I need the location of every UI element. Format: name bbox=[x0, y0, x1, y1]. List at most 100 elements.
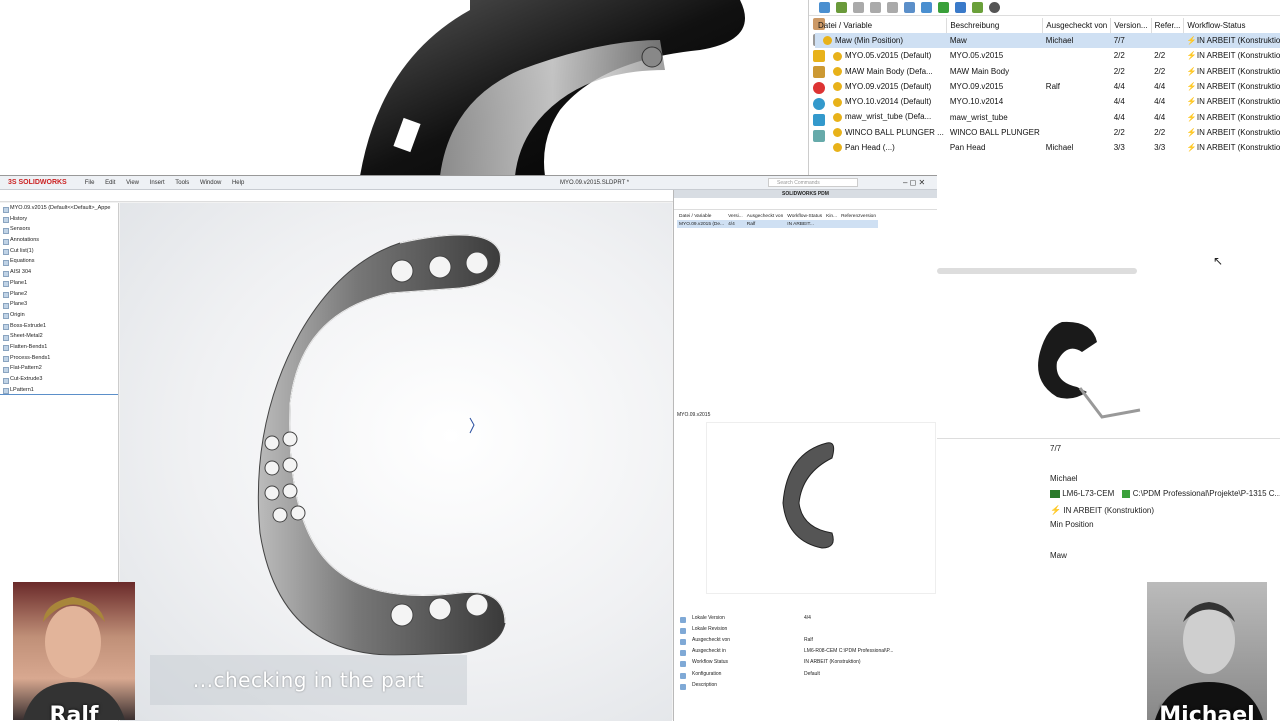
checked-out-cell bbox=[1043, 125, 1111, 140]
col-description[interactable]: Beschreibung bbox=[946, 18, 1044, 33]
property-value: IN ARBEIT (Konstruktion) bbox=[804, 659, 861, 666]
col-version[interactable]: Version... bbox=[1110, 18, 1152, 33]
workflow-icon: ⚡ bbox=[1186, 112, 1197, 122]
mini-col-file[interactable]: Datei / Variable bbox=[677, 212, 726, 220]
where-used-icon[interactable] bbox=[955, 2, 966, 13]
table-row[interactable]: MAW Main Body (Defa... MAW Main Body 2/2 2/… bbox=[815, 64, 1280, 79]
workflow-cell-text: IN ARBEIT (Konstruktion) bbox=[1196, 51, 1280, 61]
webcam-name-ralf: Ralf bbox=[49, 703, 99, 720]
checked-out-cell: Michael bbox=[1042, 33, 1111, 49]
tree-item[interactable]: Boss-Extrude1 bbox=[0, 321, 118, 332]
contains-icon[interactable] bbox=[972, 2, 983, 13]
tree-view-icon[interactable] bbox=[921, 2, 932, 13]
tree-item[interactable]: Cut-Extrude3 bbox=[0, 374, 118, 385]
mini-col-status[interactable]: Workflow-Status bbox=[785, 212, 824, 220]
table-row[interactable]: maw_wrist_tube (Defa... maw_wrist_tube 4/4… bbox=[815, 109, 1280, 124]
tree-item[interactable]: LPattern1 bbox=[0, 385, 118, 396]
description-cell-text: maw_wrist_tube bbox=[949, 112, 1008, 122]
get-version-icon[interactable] bbox=[870, 2, 881, 13]
menu-view[interactable]: View bbox=[126, 180, 139, 186]
property-key: Lokale Revision bbox=[674, 626, 804, 634]
menu-tools[interactable]: Tools bbox=[175, 180, 189, 186]
tree-root[interactable]: MYO.09.v2015 (Default<<Default>_Appe bbox=[0, 203, 118, 214]
property-key: Ausgecheckt von bbox=[674, 637, 804, 645]
part-icon bbox=[833, 97, 842, 107]
checkout-icon[interactable] bbox=[836, 2, 847, 13]
list-view-icon[interactable] bbox=[904, 2, 915, 13]
tree-item[interactable]: Process-Bends1 bbox=[0, 353, 118, 364]
horizontal-scrollbar[interactable] bbox=[937, 268, 1137, 274]
detail-version: 7/7 bbox=[1050, 444, 1062, 453]
property-key: Ausgecheckt in bbox=[674, 648, 804, 657]
table-row[interactable]: Pan Head (...) Pan Head Michael 3/3 3/3 ⚡IN A… bbox=[815, 140, 1280, 155]
table-row[interactable]: MYO.09.v2015 (Default) MYO.09.v2015 Ralf 4/… bbox=[815, 79, 1280, 94]
reference-cell-text: 4/4 bbox=[1154, 97, 1166, 107]
change-state-icon[interactable] bbox=[887, 2, 898, 13]
checked-out-cell: Michael bbox=[1043, 140, 1111, 155]
checkin-icon[interactable] bbox=[819, 2, 830, 13]
col-file[interactable]: Datei / Variable bbox=[815, 18, 948, 33]
pdm-mini-row[interactable]: MYO.09.v2015 (De... 4/4 Ralf IN ARBEIT..… bbox=[677, 220, 878, 228]
tree-item[interactable]: Sensors bbox=[0, 224, 118, 235]
tree-item[interactable]: Origin bbox=[0, 310, 118, 321]
col-workflow[interactable]: Workflow-Status bbox=[1183, 18, 1280, 33]
tree-item[interactable]: History bbox=[0, 214, 118, 225]
detail-config: Min Position bbox=[1050, 520, 1094, 529]
pdm-task-pane-header: SOLIDWORKS PDM bbox=[674, 190, 937, 198]
table-row[interactable]: MYO.05.v2015 (Default) MYO.05.v2015 2/2 2/2… bbox=[815, 48, 1280, 63]
window-controls[interactable]: – ◻ ✕ bbox=[903, 178, 925, 187]
menu-edit[interactable]: Edit bbox=[105, 180, 115, 186]
checked-out-cell bbox=[1043, 94, 1111, 109]
mini-col-ref[interactable]: Referenzversion bbox=[839, 212, 878, 220]
property-key: Workflow Status bbox=[674, 659, 804, 668]
assembly-render bbox=[0, 0, 808, 176]
menu-file[interactable]: File bbox=[85, 180, 95, 186]
file-cell-text: Pan Head (...) bbox=[845, 143, 895, 153]
search-icon[interactable] bbox=[989, 2, 1000, 13]
table-row[interactable]: Maw (Min Position) Maw Michael 7/7 ⚡IN ARBEI… bbox=[815, 33, 1280, 49]
mini-row-file: MYO.09.v2015 (De... bbox=[679, 221, 725, 227]
copy-tree-icon[interactable] bbox=[938, 2, 949, 13]
reference-cell: 4/4 bbox=[1151, 79, 1184, 94]
table-row[interactable]: MYO.10.v2014 (Default) MYO.10.v2014 4/4 4/4… bbox=[815, 94, 1280, 109]
tree-item[interactable]: Annotations bbox=[0, 235, 118, 246]
mini-col-version[interactable]: Versi... bbox=[726, 212, 745, 220]
mini-col-kind[interactable]: Kin... bbox=[824, 212, 839, 220]
michael-photo bbox=[1155, 602, 1263, 720]
col-reference[interactable]: Refer... bbox=[1151, 18, 1185, 33]
tree-item[interactable]: Plane1 bbox=[0, 278, 118, 289]
menu-window[interactable]: Window bbox=[200, 180, 221, 186]
workflow-icon: ⚡ bbox=[1186, 143, 1197, 153]
workflow-icon: ⚡ bbox=[1186, 66, 1197, 76]
description-cell-text: Maw bbox=[949, 36, 967, 46]
table-row[interactable]: WINCO BALL PLUNGER ... WINCO BALL PLUNGER… bbox=[815, 125, 1280, 140]
checked-out-cell bbox=[1043, 64, 1111, 79]
search-commands-input[interactable]: Search Commands bbox=[768, 178, 858, 187]
tree-item[interactable]: Flatten-Bends1 bbox=[0, 342, 118, 353]
description-cell-text: MYO.10.v2014 bbox=[949, 97, 1004, 107]
version-cell: 4/4 bbox=[1111, 94, 1151, 109]
reference-cell-text: 2/2 bbox=[1154, 66, 1166, 76]
description-cell: MYO.09.v2015 bbox=[947, 79, 1043, 94]
mini-col-checked[interactable]: Ausgecheckt von bbox=[745, 212, 786, 220]
tree-item[interactable]: Plane3 bbox=[0, 299, 118, 310]
workflow-cell-text: IN ARBEIT (Konstruktion) bbox=[1196, 66, 1280, 76]
tree-item[interactable]: Plane2 bbox=[0, 289, 118, 300]
tree-item[interactable]: AISI 304 bbox=[0, 267, 118, 278]
tree-item[interactable]: Sheet-Metal2 bbox=[0, 331, 118, 342]
description-cell-text: MYO.05.v2015 bbox=[949, 51, 1004, 61]
tree-item[interactable]: Cut list(1) bbox=[0, 246, 118, 257]
graphics-viewport[interactable] bbox=[120, 203, 672, 721]
property-value: 4/4 bbox=[804, 614, 811, 621]
version-cell: 3/3 bbox=[1111, 140, 1151, 155]
tree-item[interactable]: Flat-Pattern2 bbox=[0, 363, 118, 374]
tree-item[interactable]: Equations bbox=[0, 256, 118, 267]
undo-checkout-icon[interactable] bbox=[853, 2, 864, 13]
detail-status-text: IN ARBEIT (Konstruktion) bbox=[1063, 506, 1155, 515]
menu-help[interactable]: Help bbox=[232, 180, 244, 186]
mini-row-kind bbox=[824, 220, 839, 228]
ralf-photo bbox=[23, 597, 125, 720]
menu-insert[interactable]: Insert bbox=[150, 180, 165, 186]
col-checked-out[interactable]: Ausgecheckt von bbox=[1042, 18, 1112, 33]
workflow-cell: ⚡IN ARBEIT (Konstruktion) bbox=[1184, 48, 1280, 63]
